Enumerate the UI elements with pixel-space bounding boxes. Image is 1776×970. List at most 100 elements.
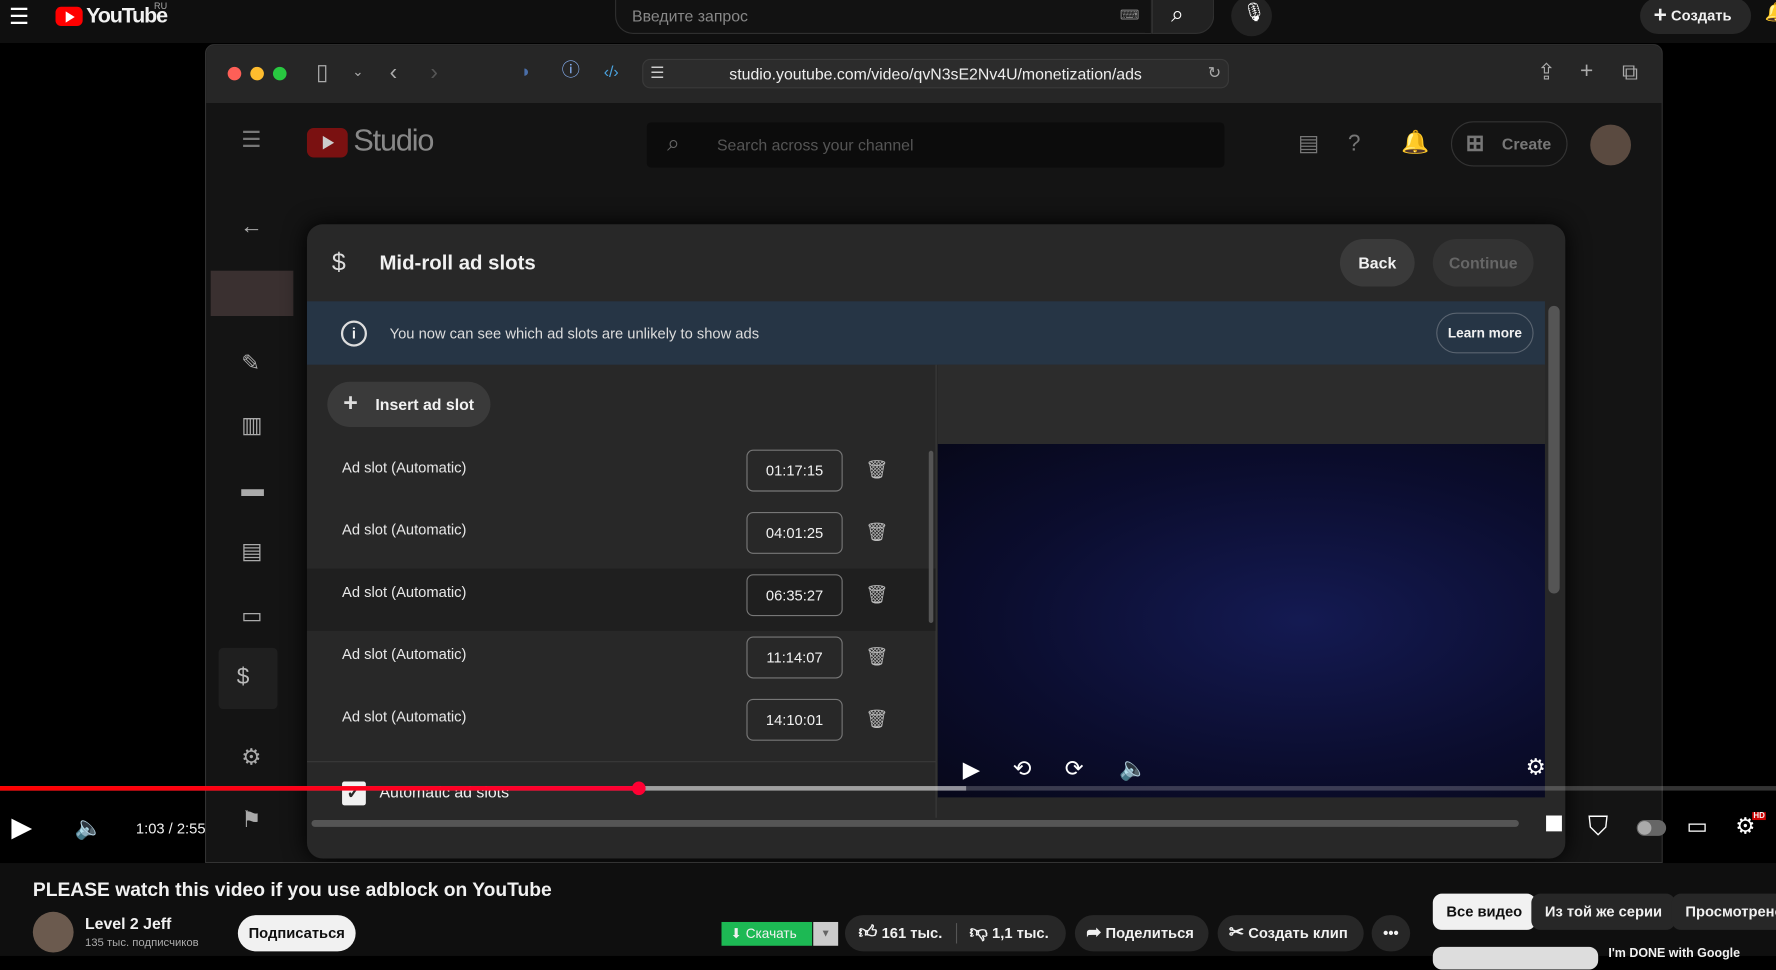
- ad-slot-row[interactable]: Ad slot (Automatic) 11:14:07 🗑︎: [307, 631, 936, 693]
- back-button[interactable]: Back: [1339, 238, 1415, 287]
- messages-icon[interactable]: ▤: [1298, 133, 1319, 156]
- subtitles-icon[interactable]: ▭: [1687, 816, 1708, 839]
- list-scrollbar[interactable]: [928, 450, 934, 623]
- chip-watched[interactable]: Просмотрено: [1671, 893, 1776, 930]
- region-label: RU: [154, 1, 168, 12]
- rss-icon[interactable]: ◗: [521, 63, 531, 80]
- play-icon[interactable]: ▶: [963, 759, 980, 782]
- volume-icon[interactable]: 🔈: [75, 817, 103, 840]
- page-settings-icon[interactable]: ☰: [650, 65, 664, 81]
- player-progress-bar[interactable]: [0, 781, 1776, 796]
- chip-same-series[interactable]: Из той же серии: [1531, 893, 1676, 930]
- tabs-overview-icon[interactable]: ⧉: [1622, 61, 1638, 84]
- avatar[interactable]: [1590, 124, 1632, 166]
- studio-logo-icon[interactable]: [306, 127, 348, 158]
- forward-nav-icon[interactable]: ›: [430, 61, 438, 84]
- volume-icon[interactable]: 🔈: [1119, 758, 1147, 781]
- delete-icon[interactable]: 🗑︎: [865, 459, 888, 482]
- horizontal-scrollbar[interactable]: [311, 820, 1519, 827]
- share-button[interactable]: ➦ Поделиться: [1074, 915, 1209, 952]
- address-bar[interactable]: ☰ studio.youtube.com/video/qvN3sE2Nv4U/mo…: [642, 58, 1229, 89]
- subscribe-button[interactable]: Подписаться: [237, 915, 356, 952]
- delete-icon[interactable]: 🗑︎: [865, 521, 888, 544]
- ad-slot-row[interactable]: Ad slot (Automatic) 04:01:25 🗑︎: [307, 506, 936, 568]
- delete-icon[interactable]: 🗑︎: [865, 583, 888, 606]
- sidebar-toggle-icon[interactable]: ▯: [316, 61, 328, 84]
- insert-ad-slot-button[interactable]: + Insert ad slot: [327, 381, 491, 428]
- chip-all-videos[interactable]: Все видео: [1432, 893, 1536, 930]
- password-manager-icon[interactable]: ⓘ: [562, 62, 580, 80]
- ad-slot-time-input[interactable]: 06:35:27: [746, 574, 843, 617]
- close-window-button[interactable]: [227, 66, 242, 81]
- search-button[interactable]: ⌕: [1151, 0, 1215, 34]
- delete-icon[interactable]: 🗑︎: [865, 708, 888, 731]
- ad-slot-label: Ad slot (Automatic): [342, 707, 467, 725]
- menu-icon[interactable]: ☰: [9, 6, 29, 29]
- voice-search-button[interactable]: 🎙: [1231, 0, 1272, 37]
- settings-icon[interactable]: ⚙: [241, 746, 261, 769]
- ad-slot-time-input[interactable]: 01:17:15: [746, 449, 843, 492]
- create-clip-button[interactable]: ✂ Создать клип: [1217, 915, 1364, 952]
- feedback-icon[interactable]: ⚑: [241, 809, 261, 832]
- plus-icon: +: [1653, 3, 1667, 29]
- editor-icon[interactable]: ▬: [241, 478, 264, 501]
- create-button[interactable]: + Создать: [1640, 0, 1752, 34]
- ad-slot-time-input[interactable]: 14:10:01: [746, 698, 843, 741]
- notifications-icon[interactable]: 🔔: [1765, 4, 1776, 23]
- like-button[interactable]: 👍︎ 161 тыс.: [859, 915, 943, 951]
- youtube-logo-icon[interactable]: [55, 6, 83, 27]
- notifications-icon[interactable]: 🔔: [1401, 131, 1429, 154]
- autoplay-toggle[interactable]: [1636, 820, 1667, 836]
- minimize-window-button[interactable]: [250, 66, 264, 81]
- adblock-shield-icon[interactable]: ⛉: [1588, 813, 1608, 840]
- more-actions-button[interactable]: •••: [1371, 915, 1411, 952]
- rewind-10-icon[interactable]: ⟲: [1013, 758, 1032, 781]
- analytics-icon[interactable]: ▥: [241, 415, 262, 438]
- learn-more-button[interactable]: Learn more: [1436, 312, 1534, 354]
- new-tab-icon[interactable]: +: [1580, 60, 1593, 83]
- preview-settings-icon[interactable]: ⚙: [1526, 757, 1546, 780]
- ad-slot-row[interactable]: Ad slot (Automatic) 06:35:27 🗑︎: [306, 568, 936, 631]
- next-video-thumbnail[interactable]: [1432, 946, 1599, 970]
- back-arrow-icon[interactable]: ←: [240, 215, 263, 238]
- play-icon[interactable]: ▶: [11, 814, 32, 841]
- maximize-window-button[interactable]: [272, 66, 287, 81]
- clip-label: Создать клип: [1248, 924, 1348, 942]
- chevron-down-icon[interactable]: ⌄: [352, 65, 363, 79]
- continue-button[interactable]: Continue: [1432, 238, 1534, 287]
- code-icon[interactable]: ‹/›: [604, 63, 619, 79]
- ad-slot-time-input[interactable]: 04:01:25: [746, 511, 843, 554]
- studio-create-button[interactable]: ⊞ Create: [1450, 121, 1568, 167]
- next-video-title[interactable]: I'm DONE with Google: [1608, 947, 1740, 961]
- dollar-icon: $: [331, 248, 346, 277]
- subtitles-icon[interactable]: ▭: [241, 605, 262, 628]
- help-icon[interactable]: ?: [1348, 133, 1361, 156]
- dialog-scrollbar[interactable]: [1548, 305, 1560, 594]
- studio-search-input[interactable]: ⌕ Search across your channel: [646, 122, 1225, 168]
- channel-name[interactable]: Level 2 Jeff: [85, 914, 171, 932]
- channel-avatar[interactable]: [32, 911, 74, 953]
- ad-slot-time-input[interactable]: 11:14:07: [746, 636, 843, 679]
- forward-10-icon[interactable]: ⟳: [1065, 758, 1084, 781]
- delete-icon[interactable]: 🗑︎: [865, 646, 888, 669]
- dislike-button[interactable]: 👎︎ 1,1 тыс.: [970, 915, 1049, 951]
- ad-slot-row[interactable]: Ad slot (Automatic) 01:17:15 🗑︎: [307, 444, 936, 506]
- video-thumbnail[interactable]: [210, 270, 294, 317]
- download-options-dropdown[interactable]: ▼: [813, 921, 839, 946]
- share-icon: ➦: [1086, 923, 1102, 943]
- reload-icon[interactable]: ↻: [1208, 65, 1221, 81]
- back-nav-icon[interactable]: ‹: [390, 61, 398, 84]
- like-count: 161 тыс.: [881, 924, 943, 942]
- share-icon[interactable]: ⇪: [1537, 61, 1556, 84]
- dialog-title: Mid-roll ad slots: [379, 251, 536, 275]
- keyboard-icon[interactable]: ⌨: [1120, 7, 1140, 23]
- comments-icon[interactable]: ▤: [241, 540, 262, 563]
- ad-slot-row[interactable]: Ad slot (Automatic) 14:10:01 🗑︎: [307, 693, 936, 755]
- scroll-corner: [1546, 815, 1562, 832]
- studio-menu-icon[interactable]: ☰: [241, 129, 261, 152]
- video-preview[interactable]: ▶ ⟲ ⟳ 🔈 ⚙: [937, 443, 1546, 798]
- download-button[interactable]: ⬇ Скачать: [721, 921, 813, 946]
- yt-search-input[interactable]: Введите запрос ⌨: [615, 0, 1152, 34]
- sidebar-item-monetization[interactable]: $: [218, 647, 278, 710]
- edit-details-icon[interactable]: ✎: [241, 352, 260, 375]
